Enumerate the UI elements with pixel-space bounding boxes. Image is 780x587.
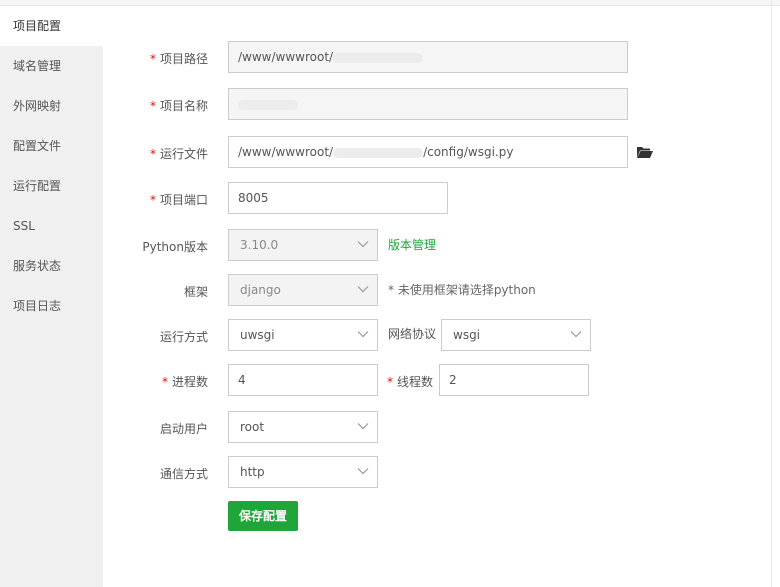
comm-mode-select[interactable]: http: [228, 456, 378, 488]
redacted-mask: [238, 99, 298, 110]
redacted-mask: [333, 147, 424, 158]
sidebar-item-project-config[interactable]: 项目配置: [0, 6, 103, 46]
framework-value: django: [240, 283, 281, 297]
required-mark: *: [161, 375, 168, 389]
framework-label: 框架: [183, 285, 208, 299]
project-port-label: * 项目端口: [78, 191, 208, 208]
start-user-label: 启动用户: [159, 422, 208, 436]
project-port-value: 8005: [238, 191, 269, 205]
project-port-input[interactable]: 8005: [228, 182, 448, 214]
comm-mode-value: http: [240, 465, 265, 479]
threads-label-text: 线程数: [397, 375, 434, 389]
threads-value: 2: [449, 373, 457, 387]
project-name-label-text: 项目名称: [159, 99, 208, 113]
project-path-input[interactable]: /www/wwwroot/: [228, 41, 628, 73]
project-name-label: * 项目名称: [78, 97, 208, 114]
chevron-down-icon: [570, 331, 582, 338]
required-mark: *: [149, 99, 156, 113]
run-file-value-suffix: /config/wsgi.py: [423, 145, 514, 159]
required-mark: *: [149, 147, 156, 161]
right-border: [771, 0, 772, 587]
processes-label-text: 进程数: [171, 375, 208, 389]
run-file-label: * 运行文件: [78, 145, 208, 162]
threads-label: * 线程数: [387, 373, 433, 390]
network-protocol-label: 网络协议: [388, 327, 437, 341]
required-mark: *: [149, 193, 156, 207]
start-user-value: root: [240, 420, 265, 434]
python-version-value: 3.10.0: [240, 238, 279, 252]
run-file-label-text: 运行文件: [159, 147, 208, 161]
project-path-value: /www/wwwroot/: [238, 50, 334, 64]
run-mode-value: uwsgi: [240, 328, 275, 342]
chevron-down-icon: [357, 241, 369, 248]
required-mark: *: [387, 375, 393, 389]
framework-select[interactable]: django: [228, 274, 378, 306]
processes-input[interactable]: 4: [228, 364, 378, 396]
network-protocol-value: wsgi: [453, 328, 481, 342]
run-file-input[interactable]: /www/wwwroot/ /config/wsgi.py: [228, 136, 628, 168]
folder-open-icon[interactable]: [637, 146, 653, 158]
python-version-select[interactable]: 3.10.0: [228, 229, 378, 261]
save-config-button[interactable]: 保存配置: [228, 501, 298, 531]
project-port-label-text: 项目端口: [159, 193, 208, 207]
python-version-label: Python版本: [142, 240, 208, 254]
project-path-label: * 项目路径: [78, 50, 208, 67]
comm-mode-label: 通信方式: [159, 467, 208, 481]
run-mode-label: 运行方式: [159, 330, 208, 344]
chevron-down-icon: [357, 468, 369, 475]
processes-label: * 进程数: [78, 373, 208, 390]
run-file-value-prefix: /www/wwwroot/: [238, 145, 334, 159]
redacted-mask: [333, 52, 424, 63]
threads-input[interactable]: 2: [439, 364, 589, 396]
top-border: [0, 0, 780, 6]
network-protocol-select[interactable]: wsgi: [441, 319, 591, 351]
run-mode-select[interactable]: uwsgi: [228, 319, 378, 351]
required-mark: *: [149, 52, 156, 66]
chevron-down-icon: [357, 331, 369, 338]
processes-value: 4: [238, 373, 246, 387]
start-user-select[interactable]: root: [228, 411, 378, 443]
project-name-input[interactable]: [228, 88, 628, 120]
project-path-label-text: 项目路径: [159, 52, 208, 66]
chevron-down-icon: [357, 286, 369, 293]
chevron-down-icon: [357, 423, 369, 430]
framework-hint: * 未使用框架请选择python: [388, 283, 536, 297]
version-manage-link[interactable]: 版本管理: [388, 236, 436, 253]
